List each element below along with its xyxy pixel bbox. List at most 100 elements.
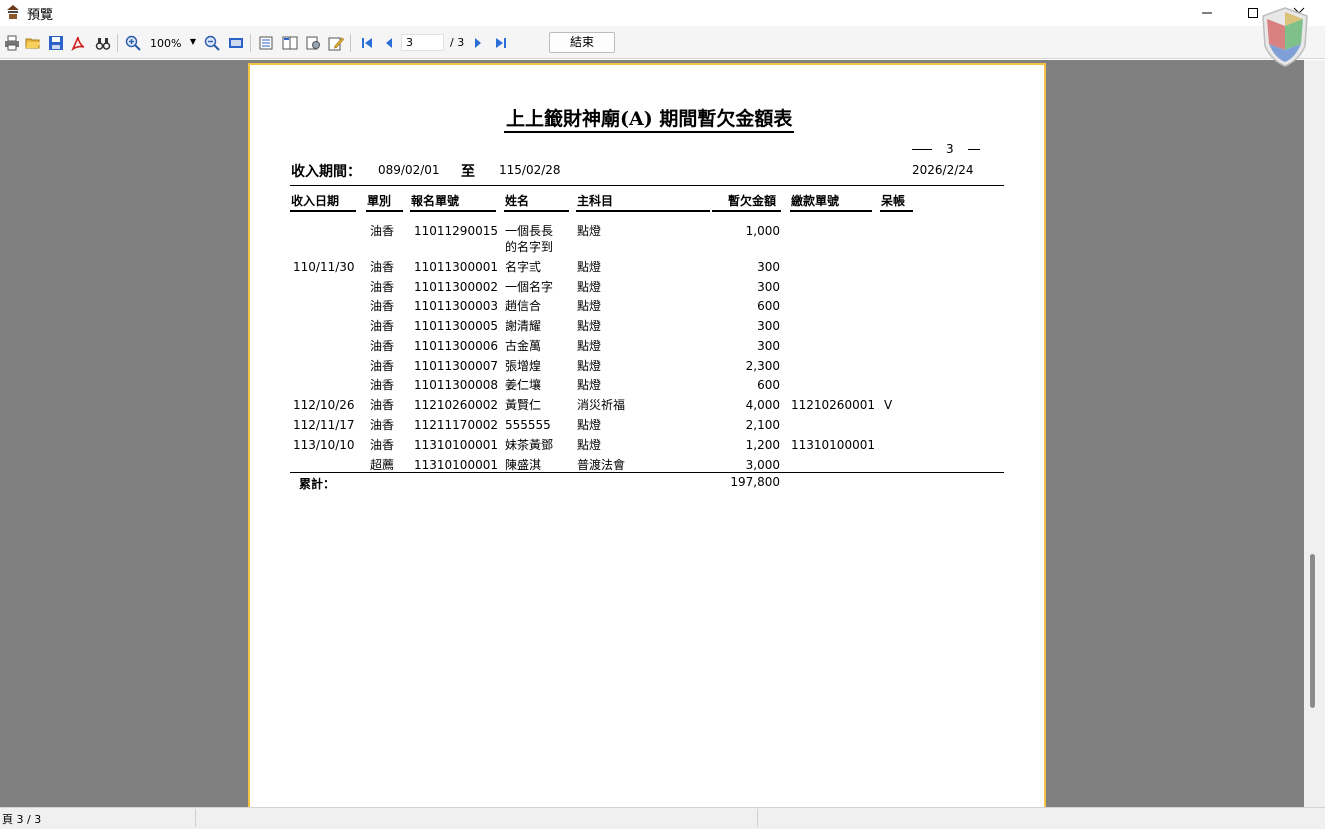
cell-signup-no: 11011300008 xyxy=(414,378,498,392)
cell-type: 油香 xyxy=(370,280,395,294)
cell-type: 油香 xyxy=(370,359,395,373)
cell-name: 姜仁壤 xyxy=(505,378,542,392)
cell-subject: 點燈 xyxy=(577,280,602,294)
zoom-out-icon[interactable] xyxy=(203,34,221,52)
cell-type: 油香 xyxy=(370,398,395,412)
cell-pay-no: 11310100001 xyxy=(791,438,875,452)
cell-amount: 3,000 xyxy=(745,458,780,472)
zoom-in-icon[interactable] xyxy=(124,34,142,52)
cell-name: 一個長長 xyxy=(505,224,554,238)
period-label: 收入期間： xyxy=(291,164,361,180)
cell-subject: 普渡法會 xyxy=(577,458,626,472)
two-page-icon[interactable] xyxy=(281,34,299,52)
cell-bad-debt: V xyxy=(884,398,893,412)
cell-subject: 點燈 xyxy=(577,359,602,373)
cell-subject: 點燈 xyxy=(577,438,602,452)
chevron-down-icon: ▼ xyxy=(189,37,196,46)
toolbar: 100% ▼ 3 / 3 結束 xyxy=(0,26,1325,59)
cell-type: 超薦 xyxy=(370,458,395,472)
cell-signup-no: 11011300006 xyxy=(414,339,498,353)
cell-amount: 2,300 xyxy=(745,359,780,373)
cell-subject: 點燈 xyxy=(577,378,602,392)
col-header-amount: 暫欠金額 xyxy=(728,194,777,208)
window-title: 預覽 xyxy=(27,8,54,23)
status-bar: 頁 3 / 3 xyxy=(0,807,1325,829)
page-number-value: 3 xyxy=(946,142,954,156)
cell-date: 112/11/17 xyxy=(293,418,355,432)
status-page-text: 頁 3 / 3 xyxy=(2,813,42,826)
cell-subject: 點燈 xyxy=(577,319,602,333)
page-setup-icon[interactable] xyxy=(304,34,322,52)
col-header-signup-no: 報名單號 xyxy=(411,194,460,208)
open-folder-icon[interactable] xyxy=(24,34,42,52)
end-button[interactable]: 結束 xyxy=(549,32,615,53)
cell-date: 113/10/10 xyxy=(293,438,355,452)
print-icon[interactable] xyxy=(3,34,21,52)
cell-type: 油香 xyxy=(370,438,395,452)
col-header-name: 姓名 xyxy=(505,194,530,208)
cell-name: 555555 xyxy=(505,418,551,432)
scrollbar-thumb[interactable] xyxy=(1310,554,1315,708)
cell-name: 古金萬 xyxy=(505,339,542,353)
edit-icon[interactable] xyxy=(327,34,345,52)
cell-name: 陳盛淇 xyxy=(505,458,542,472)
minimize-button[interactable] xyxy=(1184,0,1230,26)
next-page-icon[interactable] xyxy=(469,34,487,52)
vertical-scrollbar[interactable] xyxy=(1304,60,1325,807)
cell-name: 張增煌 xyxy=(505,359,542,373)
title-underline xyxy=(504,131,794,133)
cell-type: 油香 xyxy=(370,418,395,432)
zoom-select[interactable]: 100% ▼ xyxy=(150,35,198,51)
cell-type: 油香 xyxy=(370,319,395,333)
cell-type: 油香 xyxy=(370,299,395,313)
col-header-pay-no: 繳款單號 xyxy=(791,194,840,208)
cell-amount: 600 xyxy=(757,299,780,313)
cell-date: 110/11/30 xyxy=(293,260,355,274)
cell-amount: 300 xyxy=(757,260,780,274)
cell-signup-no: 11011300007 xyxy=(414,359,498,373)
cell-signup-no: 11310100001 xyxy=(414,458,498,472)
title-bar: 預覽 xyxy=(0,0,1325,26)
cell-signup-no: 11011290015 xyxy=(414,224,498,238)
period-to-label: 至 xyxy=(461,164,475,180)
total-rule xyxy=(290,472,1004,473)
last-page-icon[interactable] xyxy=(492,34,510,52)
cell-amount: 1,000 xyxy=(745,224,780,238)
page-number-input[interactable]: 3 xyxy=(401,34,444,51)
save-icon[interactable] xyxy=(47,34,65,52)
report-title: 上上籤財神廟(A) 期間暫欠金額表 xyxy=(506,108,793,130)
single-page-icon[interactable] xyxy=(257,34,275,52)
cell-type: 油香 xyxy=(370,260,395,274)
cell-signup-no: 11310100001 xyxy=(414,438,498,452)
brand-logo xyxy=(1259,6,1311,68)
cell-signup-no: 11011300002 xyxy=(414,280,498,294)
total-value: 197,800 xyxy=(730,475,780,489)
cell-type: 油香 xyxy=(370,224,395,238)
first-page-icon[interactable] xyxy=(358,34,376,52)
cell-subject: 點燈 xyxy=(577,299,602,313)
fit-page-icon[interactable] xyxy=(227,34,245,52)
col-header-subject: 主科目 xyxy=(577,194,614,208)
cell-subject: 點燈 xyxy=(577,339,602,353)
cell-signup-no: 11011300003 xyxy=(414,299,498,313)
previous-page-icon[interactable] xyxy=(380,34,398,52)
page-total: / 3 xyxy=(450,36,465,49)
cell-date: 112/10/26 xyxy=(293,398,355,412)
pdf-export-icon[interactable] xyxy=(69,34,87,52)
app-icon xyxy=(5,4,21,20)
report-page: 上上籤財神廟(A) 期間暫欠金額表 3 收入期間： 089/02/01 至 11… xyxy=(248,63,1046,807)
cell-signup-no: 11011300001 xyxy=(414,260,498,274)
col-header-type: 單別 xyxy=(367,194,392,208)
cell-signup-no: 11211170002 xyxy=(414,418,498,432)
cell-amount: 2,100 xyxy=(745,418,780,432)
cell-name: 名字弎 xyxy=(505,260,542,274)
cell-name: 趙信合 xyxy=(505,299,542,313)
preview-viewport[interactable]: 上上籤財神廟(A) 期間暫欠金額表 3 收入期間： 089/02/01 至 11… xyxy=(0,60,1325,807)
cell-name: 謝清耀 xyxy=(505,319,542,333)
cell-amount: 300 xyxy=(757,280,780,294)
cell-name: 一個名字 xyxy=(505,280,554,294)
cell-signup-no: 11210260002 xyxy=(414,398,498,412)
cell-subject: 點燈 xyxy=(577,224,602,238)
binoculars-search-icon[interactable] xyxy=(94,34,112,52)
cell-name-continued: 的名字到 xyxy=(505,240,554,254)
